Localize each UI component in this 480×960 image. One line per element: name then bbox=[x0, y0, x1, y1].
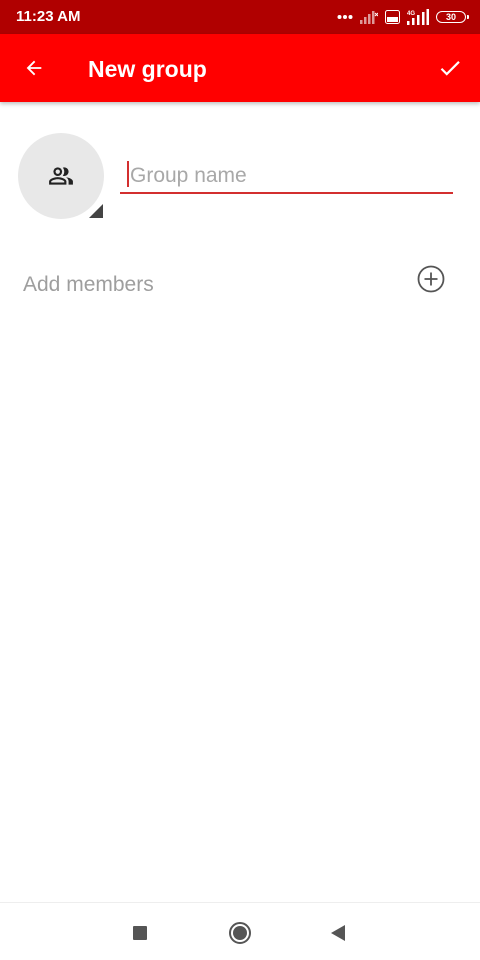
nav-recents-button[interactable] bbox=[122, 915, 158, 951]
add-members-label: Add members bbox=[23, 273, 154, 296]
status-bar: 11:23 AM 4G 30 bbox=[0, 0, 480, 34]
back-icon bbox=[331, 925, 345, 941]
battery-tip bbox=[467, 15, 469, 19]
battery-icon: 30 bbox=[436, 11, 469, 23]
volte-icon bbox=[385, 10, 400, 24]
nav-home-button[interactable] bbox=[222, 915, 258, 951]
new-group-screen: 11:23 AM 4G 30 New group Group name Add … bbox=[0, 0, 480, 960]
text-cursor bbox=[127, 161, 129, 187]
app-bar: New group bbox=[0, 34, 480, 102]
home-icon bbox=[229, 922, 251, 944]
group-name-input[interactable] bbox=[128, 162, 445, 190]
nav-back-button[interactable] bbox=[320, 915, 356, 951]
add-circle-icon bbox=[417, 265, 445, 293]
page-title: New group bbox=[88, 56, 207, 82]
system-nav-bar bbox=[0, 902, 480, 960]
add-member-button[interactable] bbox=[412, 260, 450, 298]
signal-weak-icon bbox=[360, 10, 378, 24]
dots-icon bbox=[337, 14, 353, 20]
svg-text:4G: 4G bbox=[407, 11, 415, 17]
avatar-corner-indicator bbox=[89, 204, 103, 218]
arrow-back-icon bbox=[26, 60, 42, 76]
status-icons: 4G 30 bbox=[337, 8, 469, 26]
confirm-button[interactable] bbox=[428, 46, 472, 90]
recents-icon bbox=[133, 926, 147, 940]
check-icon bbox=[440, 61, 460, 76]
group-name-field[interactable] bbox=[120, 156, 453, 194]
group-icon bbox=[49, 167, 73, 185]
battery-level: 30 bbox=[445, 11, 456, 22]
back-button[interactable] bbox=[12, 46, 56, 90]
signal-4g-icon: 4G bbox=[407, 9, 429, 25]
status-time: 11:23 AM bbox=[16, 8, 81, 25]
